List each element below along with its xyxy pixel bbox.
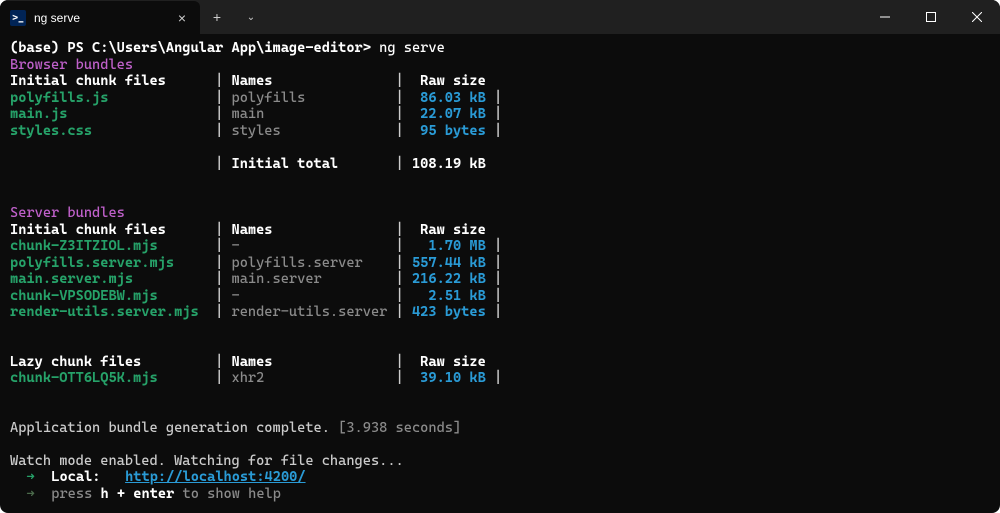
table-row: polyfills.server.mjs | polyfills.server … <box>10 255 502 271</box>
close-button[interactable] <box>954 0 1000 34</box>
local-url-line: ➜ Local: http://localhost:4200/ <box>10 469 306 485</box>
titlebar: >_ ng serve × + ⌄ <box>0 0 1000 34</box>
table-row: polyfills.js | polyfills | 86.03 kB | <box>10 90 502 106</box>
maximize-button[interactable] <box>908 0 954 34</box>
lazy-header-row: Lazy chunk files | Names | Raw size <box>10 354 486 370</box>
tab[interactable]: >_ ng serve × <box>0 1 200 35</box>
table-row: render-utils.server.mjs | render-utils.s… <box>10 304 502 320</box>
table-row: chunk-OTT6LQ5K.mjs | xhr2 | 39.10 kB | <box>10 370 502 386</box>
minimize-button[interactable] <box>862 0 908 34</box>
tab-title: ng serve <box>34 11 166 25</box>
bundle-complete: Application bundle generation complete. … <box>10 420 461 436</box>
table-row: main.js | main | 22.07 kB | <box>10 106 502 122</box>
browser-header-row: Initial chunk files | Names | Raw size <box>10 73 486 89</box>
browser-total-row: | Initial total | 108.19 kB <box>10 156 486 172</box>
terminal-window: >_ ng serve × + ⌄ (base) PS C:\Users\Ang… <box>0 0 1000 513</box>
terminal-body[interactable]: (base) PS C:\Users\Angular App\image-edi… <box>0 34 1000 513</box>
prompt-line: (base) PS C:\Users\Angular App\image-edi… <box>10 40 445 56</box>
tab-dropdown-button[interactable]: ⌄ <box>234 0 268 34</box>
watch-mode-line: Watch mode enabled. Watching for file ch… <box>10 453 404 469</box>
local-url[interactable]: http://localhost:4200/ <box>125 469 305 485</box>
new-tab-button[interactable]: + <box>200 0 234 34</box>
server-bundles-heading: Server bundles <box>10 205 125 221</box>
table-row: styles.css | styles | 95 bytes | <box>10 123 502 139</box>
table-row: chunk-Z3ITZIOL.mjs | - | 1.70 MB | <box>10 238 502 254</box>
powershell-icon: >_ <box>10 10 26 26</box>
browser-bundles-heading: Browser bundles <box>10 57 133 73</box>
help-line: ➜ press h + enter to show help <box>10 486 281 502</box>
tab-close-button[interactable]: × <box>174 10 190 26</box>
table-row: main.server.mjs | main.server | 216.22 k… <box>10 271 502 287</box>
server-header-row: Initial chunk files | Names | Raw size <box>10 222 486 238</box>
table-row: chunk-VPSODEBW.mjs | - | 2.51 kB | <box>10 288 502 304</box>
